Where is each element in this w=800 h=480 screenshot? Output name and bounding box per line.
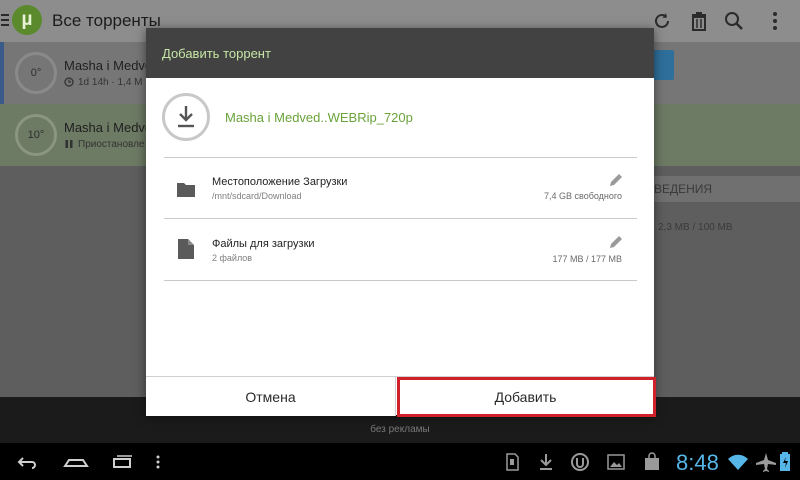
refresh-icon[interactable] (651, 10, 673, 32)
option-title: Местоположение Загрузки (212, 176, 348, 188)
sd-card-icon (506, 453, 519, 471)
tab-details[interactable]: ВЕДЕНИЯ (654, 182, 712, 196)
torrent-meta: Приостановле (78, 139, 145, 150)
drawer-menu-icon[interactable] (1, 14, 9, 28)
edit-pencil-icon[interactable] (608, 234, 624, 250)
banner-text: без рекламы (370, 424, 430, 435)
file-icon (178, 239, 194, 259)
divider (164, 280, 637, 281)
progress-ring: 10° (15, 114, 57, 156)
cancel-button[interactable]: Отмена (146, 377, 396, 416)
option-subtitle: 2 файлов (212, 253, 253, 263)
files-option[interactable]: Файлы для загрузки 2 файлов 177 MB / 177… (146, 219, 654, 279)
utorrent-logo: µ (12, 5, 42, 35)
download-location-option[interactable]: Местоположение Загрузки /mnt/sdcard/Down… (146, 158, 654, 218)
torrent-name: Masha i Medve (64, 58, 153, 73)
trash-icon[interactable] (688, 10, 710, 32)
clock: 8:48 (676, 450, 719, 475)
torrent-summary: Masha i Medved..WEBRip_720p (146, 78, 654, 158)
option-title: Файлы для загрузки (212, 238, 315, 250)
airplane-icon (756, 453, 776, 472)
size-value: 2,3 MB / 100 MB (658, 222, 733, 233)
add-button[interactable]: Добавить (397, 377, 654, 416)
folder-icon (177, 183, 195, 197)
dialog-title: Добавить торрент (162, 46, 271, 61)
app-title: Все торренты (52, 11, 161, 30)
option-value: 177 MB / 177 MB (552, 254, 622, 264)
search-icon[interactable] (723, 10, 745, 32)
add-torrent-dialog: Добавить торрент Masha i Medved..WEBRip_… (146, 28, 654, 416)
shopping-bag-icon (645, 452, 659, 470)
download-icon (162, 93, 210, 141)
option-value: 7,4 GB свободного (544, 191, 622, 201)
torrent-name: Masha i Medve (64, 120, 153, 135)
home-icon[interactable] (62, 451, 90, 473)
progress-ring: 0° (15, 52, 57, 94)
utorrent-notification-icon (571, 453, 589, 471)
pause-icon (65, 140, 73, 148)
menu-dots-icon[interactable] (152, 451, 164, 473)
edit-pencil-icon[interactable] (608, 172, 624, 188)
side-panel-button[interactable] (652, 50, 674, 80)
download-notification-icon (540, 454, 552, 470)
recent-apps-icon[interactable] (111, 451, 135, 473)
overflow-menu-icon[interactable] (764, 10, 786, 32)
selection-accent (0, 42, 4, 104)
back-icon[interactable] (14, 451, 38, 473)
torrent-meta: 1d 14h · 1,4 M (78, 77, 143, 88)
dialog-button-bar: Отмена Добавить (146, 376, 654, 416)
option-subtitle: /mnt/sdcard/Download (212, 191, 302, 201)
dialog-header: Добавить торрент (146, 28, 654, 78)
torrent-title: Masha i Medved..WEBRip_720p (225, 110, 413, 125)
wifi-icon (728, 454, 748, 470)
image-notification-icon (607, 454, 625, 470)
clock-icon (64, 77, 74, 87)
battery-icon (780, 452, 790, 471)
